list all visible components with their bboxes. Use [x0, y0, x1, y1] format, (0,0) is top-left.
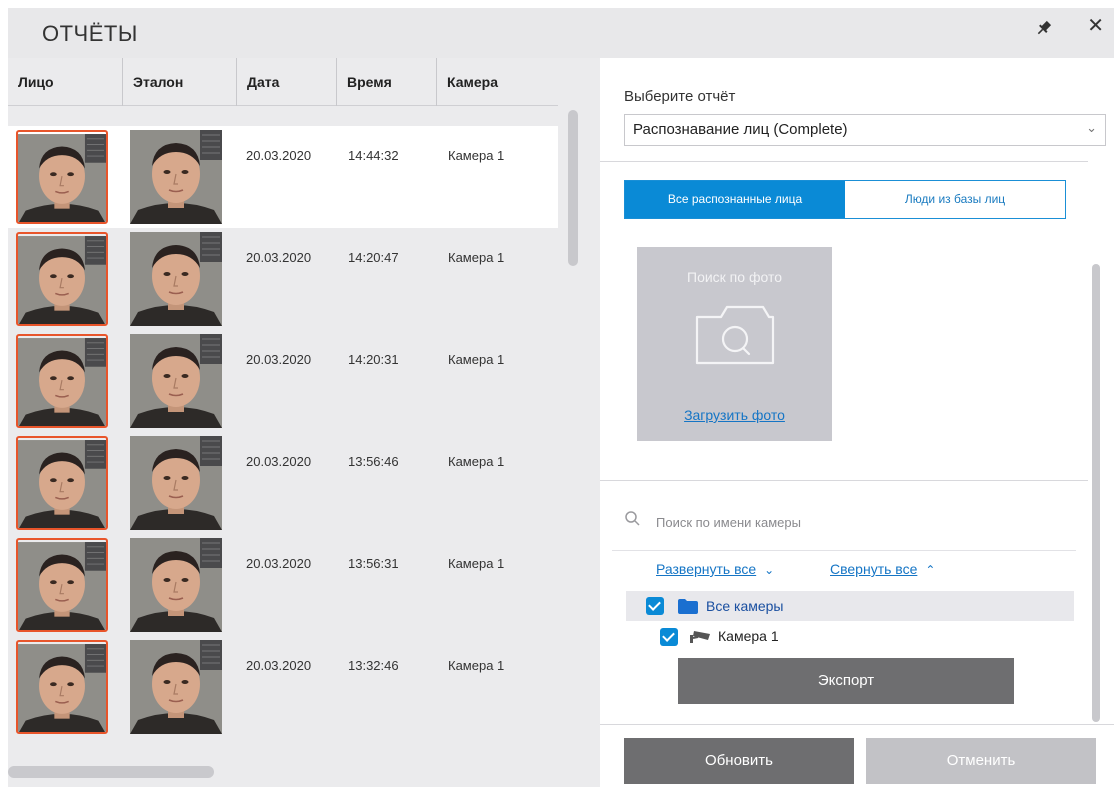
chevron-down-icon: ⌄ [1086, 120, 1097, 135]
close-icon[interactable]: ✕ [1087, 16, 1104, 36]
cell-time: 13:56:31 [348, 556, 399, 571]
report-type-value: Распознавание лиц (Complete) [633, 121, 848, 138]
camera-search-field[interactable]: Поиск по имени камеры [624, 510, 1074, 536]
cell-time: 14:20:31 [348, 352, 399, 367]
divider [612, 550, 1076, 551]
cell-date: 20.03.2020 [246, 352, 312, 367]
face-thumbnail[interactable] [16, 640, 108, 734]
chevron-down-icon: ⌄ [764, 563, 775, 577]
table-row[interactable]: 20.03.2020 14:20:47 Камера 1 [8, 228, 558, 330]
column-header-camera[interactable]: Камера [436, 58, 558, 106]
face-thumbnail[interactable] [16, 334, 108, 428]
table-row[interactable]: 20.03.2020 13:32:46 Камера 1 [8, 636, 558, 738]
cell-date: 20.03.2020 [246, 454, 312, 469]
collapse-all-link[interactable]: Свернуть все ⌃ [830, 561, 935, 577]
cell-date: 20.03.2020 [246, 658, 312, 673]
reference-thumbnail[interactable] [130, 436, 222, 530]
all-cameras-label: Все камеры [706, 598, 784, 614]
chevron-up-icon: ⌃ [925, 563, 936, 577]
cell-date: 20.03.2020 [246, 250, 312, 265]
cell-camera: Камера 1 [448, 454, 505, 469]
report-settings-pane: Выберите отчёт Распознавание лиц (Comple… [600, 58, 1114, 787]
cell-time: 14:20:47 [348, 250, 399, 265]
face-source-toggle: Все распознанные лица Люди из базы лиц [624, 180, 1066, 219]
camera-1-checkbox[interactable] [660, 628, 678, 646]
search-icon [625, 511, 640, 526]
report-type-select[interactable]: Распознавание лиц (Complete) ⌄ [624, 114, 1106, 146]
face-thumbnail[interactable] [16, 436, 108, 530]
reference-thumbnail[interactable] [130, 232, 222, 326]
folder-icon [678, 599, 698, 614]
settings-vertical-scrollbar[interactable] [1092, 264, 1100, 722]
table-row[interactable]: 20.03.2020 13:56:31 Камера 1 [8, 534, 558, 636]
cell-camera: Камера 1 [448, 148, 505, 163]
upload-photo-link[interactable]: Загрузить фото [637, 407, 832, 423]
cell-time: 13:56:46 [348, 454, 399, 469]
expand-all-link[interactable]: Развернуть все ⌄ [656, 561, 774, 577]
cell-camera: Камера 1 [448, 658, 505, 673]
camera-icon [693, 301, 777, 372]
expand-all-label: Развернуть все [656, 561, 757, 577]
table-header: Лицо Эталон Дата Время Камера [8, 58, 558, 106]
table-vertical-scrollbar[interactable] [568, 110, 578, 266]
table-row[interactable]: 20.03.2020 13:56:46 Камера 1 [8, 432, 558, 534]
reference-thumbnail[interactable] [130, 640, 222, 734]
cell-date: 20.03.2020 [246, 148, 312, 163]
title-bar: ОТЧЁТЫ ✕ [8, 8, 1114, 58]
tab-all-recognized-faces[interactable]: Все распознанные лица [625, 181, 845, 218]
divider [600, 480, 1088, 481]
column-header-reference[interactable]: Эталон [122, 58, 236, 106]
report-select-label: Выберите отчёт [624, 88, 736, 105]
camera-1-label: Камера 1 [718, 628, 779, 644]
page-title: ОТЧЁТЫ [42, 21, 138, 46]
table-horizontal-scrollbar[interactable] [8, 766, 214, 778]
column-header-time[interactable]: Время [336, 58, 436, 106]
divider [600, 161, 1088, 162]
results-pane: Лицо Эталон Дата Время Камера 20.03.2020… [8, 58, 600, 787]
reference-thumbnail[interactable] [130, 130, 222, 224]
cancel-button[interactable]: Отменить [866, 738, 1096, 784]
photo-search-dropzone[interactable]: Поиск по фото Загрузить фото [637, 247, 832, 441]
camera-search-input[interactable]: Поиск по имени камеры [656, 515, 801, 530]
cell-date: 20.03.2020 [246, 556, 312, 571]
cell-camera: Камера 1 [448, 352, 505, 367]
pin-icon[interactable] [1034, 18, 1054, 38]
cell-time: 14:44:32 [348, 148, 399, 163]
reference-thumbnail[interactable] [130, 538, 222, 632]
face-thumbnail[interactable] [16, 538, 108, 632]
column-header-date[interactable]: Дата [236, 58, 336, 106]
export-button[interactable]: Экспорт [678, 658, 1014, 704]
column-header-face[interactable]: Лицо [8, 58, 122, 106]
table-row[interactable]: 20.03.2020 14:44:32 Камера 1 [8, 126, 558, 228]
tree-item-all-cameras[interactable]: Все камеры [626, 591, 1074, 621]
cell-camera: Камера 1 [448, 556, 505, 571]
cell-camera: Камера 1 [448, 250, 505, 265]
tab-face-database-people[interactable]: Люди из базы лиц [845, 181, 1065, 218]
cell-time: 13:32:46 [348, 658, 399, 673]
cctv-camera-icon [690, 631, 710, 643]
refresh-button[interactable]: Обновить [624, 738, 854, 784]
all-cameras-checkbox[interactable] [646, 597, 664, 615]
collapse-all-label: Свернуть все [830, 561, 918, 577]
divider [600, 724, 1114, 725]
face-thumbnail[interactable] [16, 130, 108, 224]
photo-search-title: Поиск по фото [687, 269, 782, 285]
reference-thumbnail[interactable] [130, 334, 222, 428]
tree-item-camera-1[interactable]: Камера 1 [626, 623, 1074, 651]
table-row[interactable]: 20.03.2020 14:20:31 Камера 1 [8, 330, 558, 432]
face-thumbnail[interactable] [16, 232, 108, 326]
